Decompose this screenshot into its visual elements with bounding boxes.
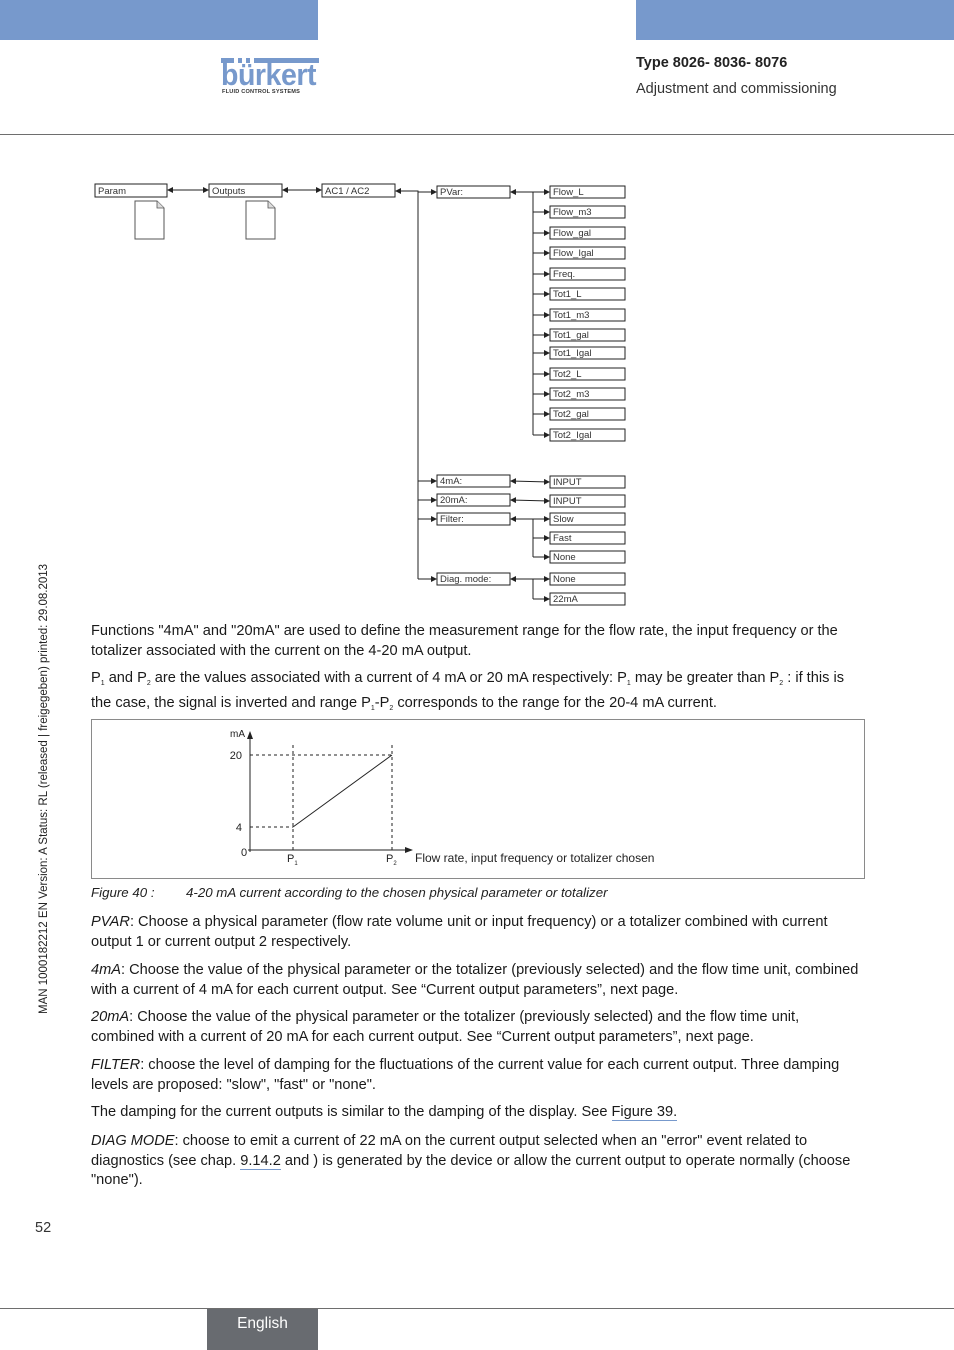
function-20ma-label: 20mA: xyxy=(440,495,467,506)
intro-paragraph: Functions "4mA" and "20mA" are used to d… xyxy=(91,623,838,659)
connector-option-input xyxy=(510,478,550,485)
figure-39-link[interactable]: Figure 39. xyxy=(611,1104,678,1121)
current-range-chart: 4 20 0 mA P1 P2 Flow rate, input frequency or … xyxy=(230,729,655,867)
y-axis-label: mA xyxy=(230,729,245,740)
function-pvar-label: PVar: xyxy=(440,187,463,198)
diag-mode-term: DIAG MODE xyxy=(91,1133,175,1149)
diag-mode-description: DIAG MODE: choose to emit a current of 2… xyxy=(91,1133,851,1188)
filter-term: FILTER xyxy=(91,1057,141,1073)
4ma-term: 4mA xyxy=(91,962,122,978)
option-pvar-tot1-m3-label: Tot1_m3 xyxy=(553,310,589,321)
branch-pvar xyxy=(510,189,534,435)
option-pvar-flow-l-label: Flow_L xyxy=(553,187,584,198)
menu-param-label: Param xyxy=(98,186,126,197)
menu-ac1-ac2-label: AC1 / AC2 xyxy=(325,186,369,197)
document-metadata: MAN 1000182212 EN Version: A Status: RL … xyxy=(38,563,50,1014)
footer-divider xyxy=(0,1308,954,1309)
x-tick-label-p1: P1 xyxy=(287,853,298,867)
y-tick-label-4: 4 xyxy=(236,822,242,834)
figure-number: Figure 40 : xyxy=(91,885,155,900)
option-4ma-input-label: INPUT xyxy=(553,477,582,488)
x-axis-label: Flow rate, input frequency or totalizer … xyxy=(415,851,654,865)
option-pvar-tot2-l-label: Tot2_L xyxy=(553,369,582,380)
figure-caption: Figure 40 : 4-20 mA current according to … xyxy=(91,885,608,900)
x-tick-label-p2: P2 xyxy=(386,853,397,867)
connector-ac-trunk xyxy=(395,188,419,579)
branch-diag-mode xyxy=(510,576,534,599)
page-number: 52 xyxy=(35,1220,52,1236)
function-diag-mode-label: Diag. mode: xyxy=(440,574,491,585)
connector-option-input xyxy=(510,497,550,504)
4ma-description: 4mA: Choose the value of the physical pa… xyxy=(91,962,859,998)
option-pvar-freq-label: Freq. xyxy=(553,269,575,280)
chapter-9-14-2-link[interactable]: 9.14.2 xyxy=(240,1152,281,1170)
option-diag-mode-22ma-label: 22mA xyxy=(553,594,578,605)
language-tab: English xyxy=(207,1309,318,1350)
option-pvar-tot1-igal-label: Tot1_Igal xyxy=(553,348,592,359)
option-filter-none-label: None xyxy=(553,552,576,563)
pvar-term: PVAR xyxy=(91,914,130,930)
option-diag-mode-none-label: None xyxy=(553,574,576,585)
20ma-term: 20mA xyxy=(91,1009,130,1025)
option-pvar-tot2-m3-label: Tot2_m3 xyxy=(553,389,589,400)
origin-label: 0 xyxy=(241,847,247,859)
damping-paragraph: The damping for the current outputs is s… xyxy=(91,1104,678,1121)
option-20ma-input-label: INPUT xyxy=(553,496,582,507)
20ma-description: 20mA: Choose the value of the physical p… xyxy=(91,1009,800,1045)
option-pvar-tot1-l-label: Tot1_L xyxy=(553,289,582,300)
y-tick-label-20: 20 xyxy=(230,750,242,762)
function-4ma-label: 4mA: xyxy=(440,476,462,487)
option-pvar-tot2-igal-label: Tot2_Igal xyxy=(553,430,592,441)
series-line-current xyxy=(292,754,393,828)
menu-outputs-label: Outputs xyxy=(212,186,246,197)
option-filter-fast-label: Fast xyxy=(553,533,572,544)
function-filter-label: Filter: xyxy=(440,514,464,525)
option-filter-slow-label: Slow xyxy=(553,514,574,525)
option-pvar-tot2-gal-label: Tot2_gal xyxy=(553,409,589,420)
document-icon-fold xyxy=(156,201,164,209)
option-pvar-flow-m3-label: Flow_m3 xyxy=(553,207,592,218)
filter-description: FILTER: choose the level of damping for … xyxy=(91,1057,840,1093)
option-pvar-flow-gal-label: Flow_gal xyxy=(553,228,591,239)
p1-p2-paragraph: P1 and P2 are the values associated with… xyxy=(91,670,844,712)
option-pvar-tot1-gal-label: Tot1_gal xyxy=(553,330,589,341)
figure-caption-text: 4-20 mA current according to the chosen … xyxy=(186,885,608,900)
branch-filter xyxy=(510,516,534,557)
pvar-description: PVAR: Choose a physical parameter (flow … xyxy=(91,914,828,950)
menu-tree-diagram: Param Outputs AC1 / AC2 PVar: 4mA: 20mA: Filte… xyxy=(94,183,626,606)
option-pvar-flow-igal-label: Flow_Igal xyxy=(553,248,594,259)
